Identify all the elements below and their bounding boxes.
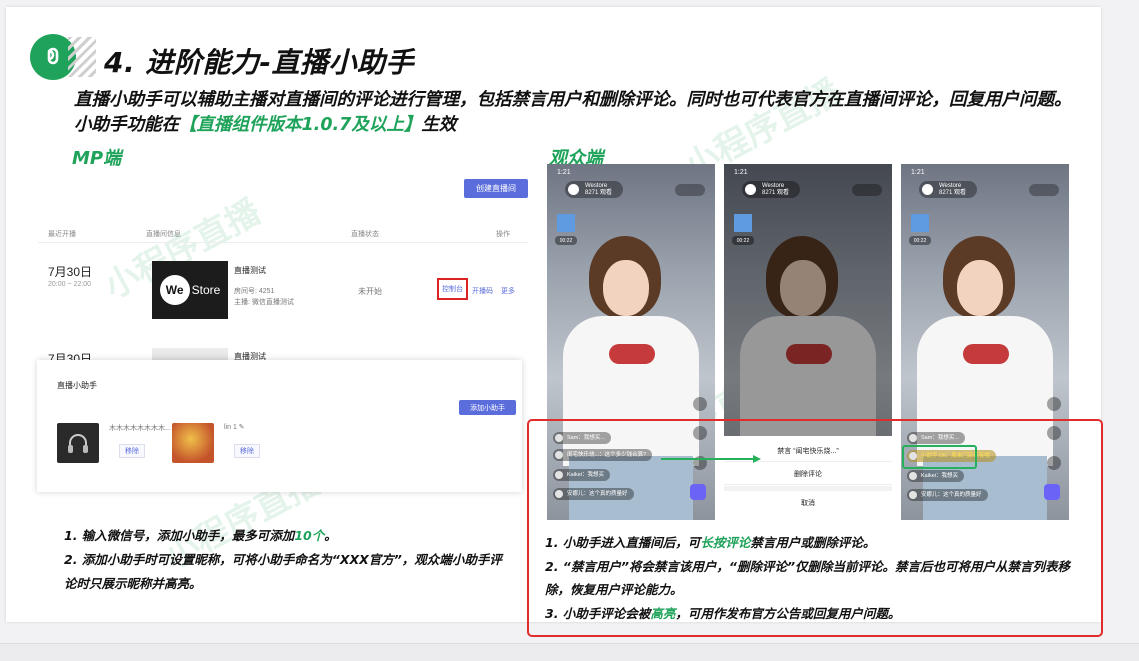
- col-actions: 操作: [496, 231, 510, 238]
- status-time: 1:21: [911, 169, 925, 176]
- gift-timer: 00:22: [909, 236, 931, 245]
- viewer-notes: 1. 小助手进入直播间后，可长按评论禁言用户或删除评论。 2. “禁言用户”将会…: [545, 535, 1071, 621]
- push-code-link[interactable]: 开播码: [472, 286, 493, 296]
- page-title: 4. 进阶能力-直播小助手: [104, 46, 414, 79]
- more-pill-icon[interactable]: [852, 184, 882, 196]
- col-latest: 最近开播: [48, 231, 76, 238]
- status-time: 1:21: [734, 169, 748, 176]
- status-time: 1:21: [557, 169, 571, 176]
- gift-timer: 00:22: [555, 236, 577, 245]
- decorative-stripes: [68, 37, 96, 77]
- fruit-avatar: [172, 423, 214, 463]
- room-number: 房间号: 4251: [234, 288, 275, 295]
- more-pill-icon[interactable]: [675, 184, 705, 196]
- add-assistant-button[interactable]: 添加小助手: [459, 400, 516, 415]
- remove-assistant-button[interactable]: 移除: [234, 444, 260, 458]
- anchor-badge[interactable]: Westore 8271 观看: [742, 181, 800, 198]
- anchor-badge[interactable]: Westore 8271 观看: [919, 181, 977, 198]
- row-time: 20:00 ~ 22:00: [48, 281, 92, 288]
- gift-timer: 00:22: [732, 236, 754, 245]
- heart-icon[interactable]: [693, 397, 707, 411]
- gift-icon[interactable]: [911, 214, 929, 232]
- more-pill-icon[interactable]: [1029, 184, 1059, 196]
- page-description: 直播小助手可以辅助主播对直播间的评论进行管理，包括禁言用户和删除评论。同时也可代…: [74, 90, 1072, 135]
- version-highlight: 【直播组件版本1.0.7及以上】: [179, 115, 422, 135]
- table-header: 最近开播 直播间信息 直播状态 操作: [38, 229, 528, 243]
- mp-notes: 1. 输入微信号，添加小助手，最多可添加10个。 2. 添加小助手时可设置昵称，…: [64, 528, 502, 591]
- console-link[interactable]: 控制台: [437, 278, 468, 300]
- assistant-panel-title: 直播小助手: [57, 381, 97, 390]
- assistant-name: lin 1 ✎: [224, 424, 245, 431]
- room-title: 直播测试: [234, 266, 266, 275]
- assistant-panel: 直播小助手 添加小助手 木木木木木木木木... 移除 lin 1 ✎ 移除: [37, 360, 522, 492]
- westore-logo-text: Store: [191, 283, 221, 297]
- room-host: 主播: 微信直播测试: [234, 299, 294, 306]
- headphones-avatar: [57, 423, 99, 463]
- row-date: 7月30日: [48, 265, 93, 279]
- anchor-badge[interactable]: Westore 8271 观看: [565, 181, 623, 198]
- remove-assistant-button[interactable]: 移除: [119, 444, 145, 458]
- col-room-info: 直播间信息: [146, 231, 181, 238]
- room-thumbnail[interactable]: We Store: [152, 261, 228, 319]
- heart-icon[interactable]: [1047, 397, 1061, 411]
- assistant-name: 木木木木木木木木...: [109, 425, 171, 432]
- col-status: 直播状态: [351, 231, 379, 238]
- westore-logo: We: [159, 275, 190, 305]
- gift-icon[interactable]: [734, 214, 752, 232]
- bottom-bar: [0, 643, 1139, 661]
- room-status: 未开始: [358, 287, 382, 296]
- more-link[interactable]: 更多: [501, 286, 515, 296]
- gift-icon[interactable]: [557, 214, 575, 232]
- create-room-button[interactable]: 创建直播间: [464, 179, 528, 198]
- mp-label: MP端: [72, 148, 122, 169]
